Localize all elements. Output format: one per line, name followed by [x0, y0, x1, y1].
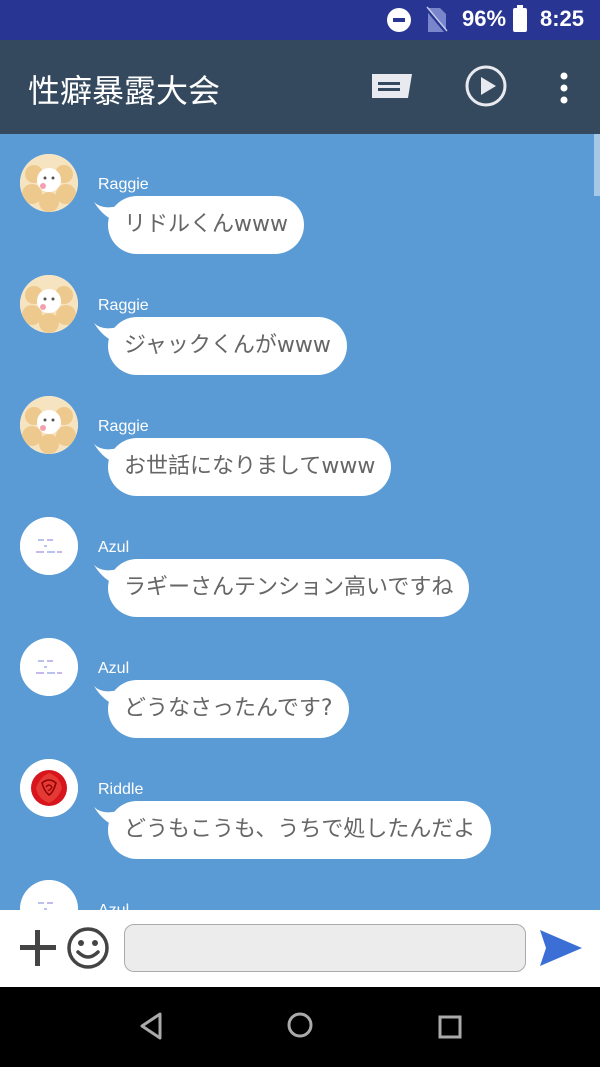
back-icon[interactable]	[138, 1011, 164, 1041]
home-icon[interactable]	[286, 1011, 314, 1039]
clock: 8:25	[540, 6, 585, 31]
system-nav-bar	[0, 987, 600, 1067]
message-item: Riddle どうもこうも、うちで処したんだよ	[0, 759, 600, 869]
azul-avatar[interactable]	[20, 638, 78, 696]
sender-name: Raggie	[98, 418, 149, 435]
chat-title: 性癖暴露大会	[28, 72, 221, 110]
message-item: Raggie お世話になりましてwww	[0, 396, 600, 506]
message-item: Raggie リドルくんwww	[0, 154, 600, 264]
chat-area[interactable]: Raggie リドルくんwww Raggie ジャックくんがwww Raggie…	[0, 134, 600, 910]
note-icon[interactable]	[368, 68, 416, 104]
message-item: Azul	[0, 880, 600, 910]
raggie-avatar[interactable]	[20, 275, 78, 333]
azul-avatar[interactable]	[20, 517, 78, 575]
azul-avatar[interactable]	[20, 880, 78, 910]
message-bubble[interactable]: お世話になりましてwww	[108, 438, 392, 496]
recent-apps-icon[interactable]	[438, 1015, 462, 1039]
add-icon[interactable]	[18, 928, 58, 968]
sender-name: Azul	[98, 902, 129, 910]
do-not-disturb-icon	[387, 8, 411, 32]
riddle-avatar[interactable]	[20, 759, 78, 817]
app-bar: 性癖暴露大会	[0, 40, 600, 134]
no-sim-icon	[424, 6, 448, 33]
play-icon[interactable]	[464, 64, 508, 108]
status-bar: 96% 8:25	[0, 0, 600, 40]
send-icon[interactable]	[538, 928, 584, 968]
sender-name: Raggie	[98, 297, 149, 314]
emoji-icon[interactable]	[66, 926, 110, 970]
message-bubble[interactable]: どうもこうも、うちで処したんだよ	[108, 801, 492, 859]
message-bubble[interactable]: ラギーさんテンション高いですね	[108, 559, 470, 617]
message-input[interactable]	[124, 924, 526, 972]
message-bubble[interactable]: リドルくんwww	[108, 196, 304, 254]
message-bubble[interactable]: どうなさったんです?	[108, 680, 349, 738]
sender-name: Riddle	[98, 781, 144, 798]
message-item: Azul どうなさったんです?	[0, 638, 600, 748]
raggie-avatar[interactable]	[20, 396, 78, 454]
composer-bar	[0, 910, 600, 987]
raggie-avatar[interactable]	[20, 154, 78, 212]
battery-icon	[513, 5, 527, 32]
message-item: Azul ラギーさんテンション高いですね	[0, 517, 600, 627]
message-item: Raggie ジャックくんがwww	[0, 275, 600, 385]
message-bubble[interactable]: ジャックくんがwww	[108, 317, 347, 375]
more-vert-icon[interactable]	[552, 68, 576, 108]
sender-name: Raggie	[98, 176, 149, 193]
sender-name: Azul	[98, 539, 130, 556]
sender-name: Azul	[98, 660, 130, 677]
battery-percent: 96%	[462, 6, 507, 31]
